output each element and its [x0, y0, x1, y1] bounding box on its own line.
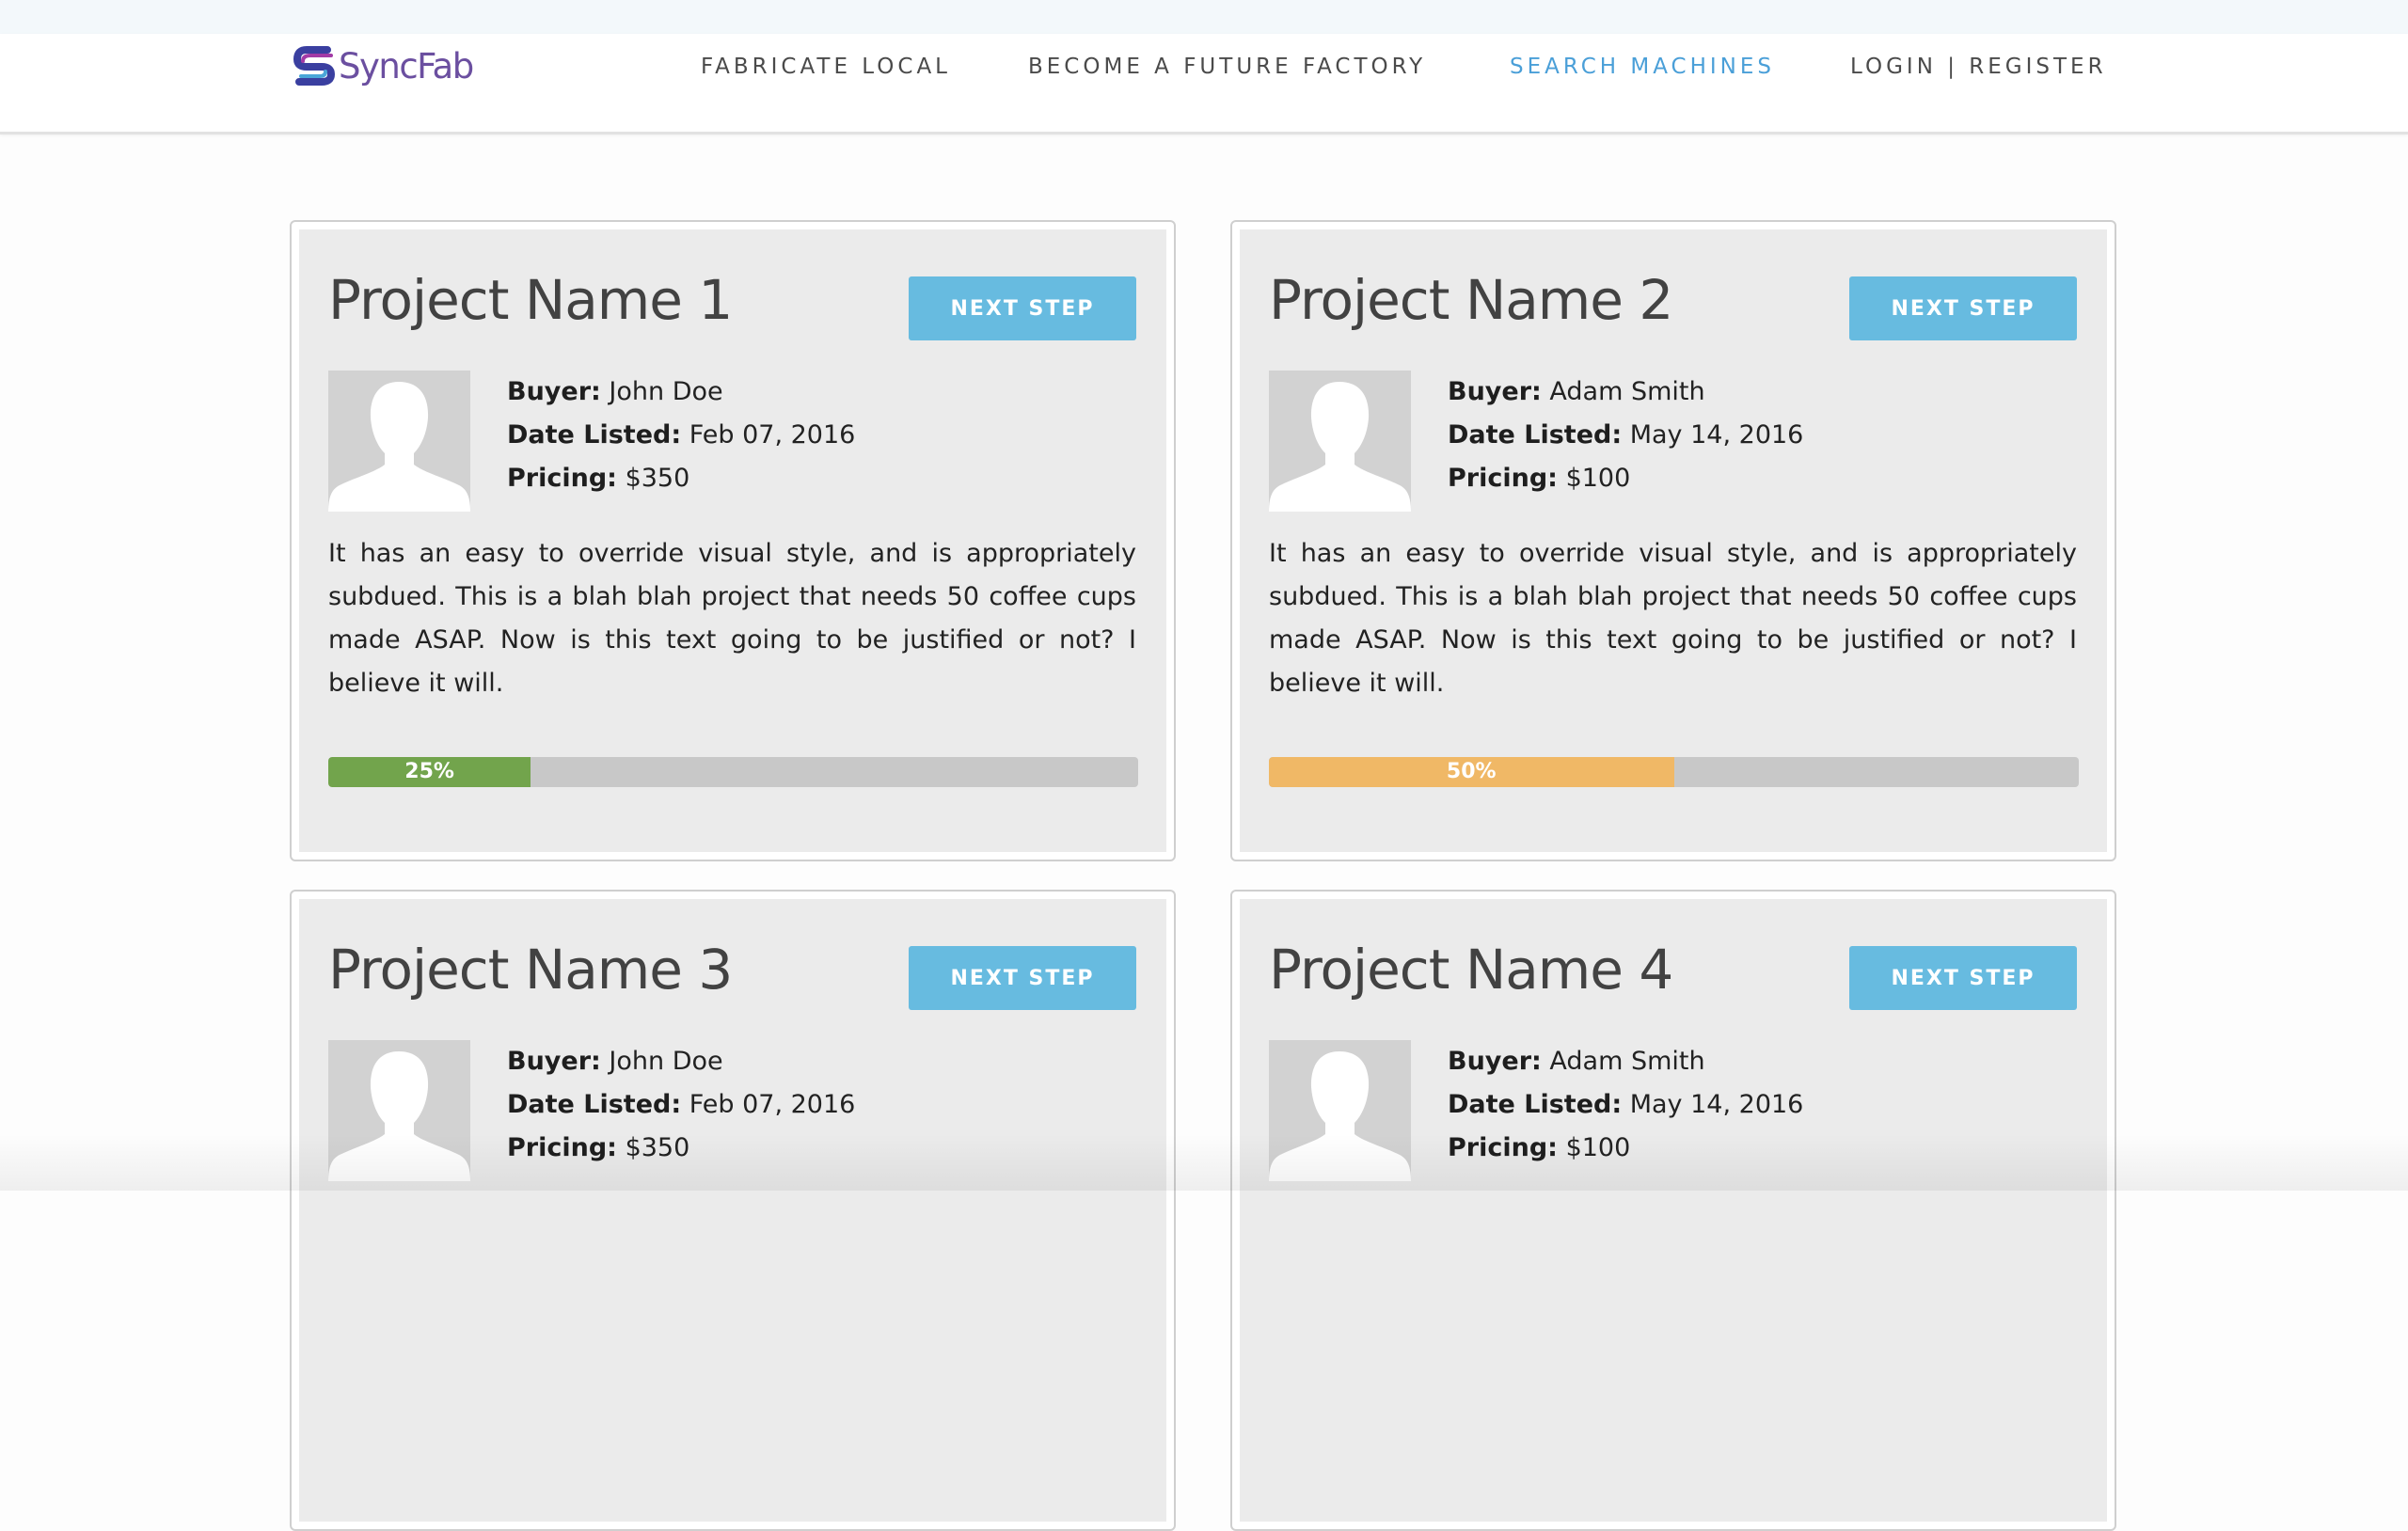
progress-fill: 25%: [328, 757, 531, 787]
date-label: Date Listed:: [507, 1090, 682, 1119]
pricing-value: $350: [625, 1133, 690, 1162]
progress-bar: 25%: [328, 757, 1138, 787]
project-meta: Buyer: John Doe Date Listed: Feb 07, 201…: [507, 1040, 855, 1170]
project-meta: Buyer: Adam Smith Date Listed: May 14, 2…: [1448, 371, 1803, 500]
user-silhouette-icon: [1269, 1051, 1411, 1181]
next-step-button[interactable]: NEXT STEP: [1849, 946, 2077, 1010]
project-title: Project Name 1: [328, 268, 733, 332]
project-description: It has an easy to override visual style,…: [1269, 539, 2077, 698]
buyer-label: Buyer:: [1448, 377, 1542, 406]
project-card: Project Name 3 NEXT STEP Buyer: John Doe…: [290, 890, 1176, 1531]
project-card-body: Project Name 1 NEXT STEP Buyer: John Doe…: [299, 229, 1166, 852]
buyer-value: Adam Smith: [1549, 1047, 1705, 1076]
nav-fabricate-local[interactable]: FABRICATE LOCAL: [701, 53, 951, 81]
date-value: Feb 07, 2016: [689, 420, 856, 450]
project-title: Project Name 3: [328, 938, 733, 1002]
pricing-row: Pricing: $350: [507, 1127, 855, 1170]
buyer-value: John Doe: [609, 377, 723, 406]
buyer-label: Buyer:: [1448, 1047, 1542, 1076]
project-card: Project Name 4 NEXT STEP Buyer: Adam Smi…: [1230, 890, 2116, 1531]
buyer-row: Buyer: John Doe: [507, 371, 855, 414]
buyer-row: Buyer: Adam Smith: [1448, 371, 1803, 414]
date-row: Date Listed: Feb 07, 2016: [507, 414, 855, 457]
date-value: Feb 07, 2016: [689, 1090, 856, 1119]
main-nav: FABRICATE LOCAL BECOME A FUTURE FACTORY …: [0, 34, 2408, 98]
nav-search-machines[interactable]: SEARCH MACHINES: [1510, 53, 1775, 81]
buyer-row: Buyer: Adam Smith: [1448, 1040, 1803, 1083]
nav-become-future-factory[interactable]: BECOME A FUTURE FACTORY: [1028, 53, 1426, 81]
user-silhouette-icon: [328, 382, 470, 512]
pricing-label: Pricing:: [507, 1133, 617, 1162]
pricing-label: Pricing:: [507, 464, 617, 493]
project-title: Project Name 2: [1269, 268, 1673, 332]
user-silhouette-icon: [1269, 382, 1411, 512]
nav-login-register[interactable]: LOGIN | REGISTER: [1850, 53, 2107, 81]
project-title: Project Name 4: [1269, 938, 1673, 1002]
user-silhouette-icon: [328, 1051, 470, 1181]
pricing-value: $100: [1565, 464, 1631, 493]
pricing-label: Pricing:: [1448, 464, 1558, 493]
project-card-body: Project Name 3 NEXT STEP Buyer: John Doe…: [299, 899, 1166, 1522]
date-label: Date Listed:: [1448, 1090, 1623, 1119]
buyer-row: Buyer: John Doe: [507, 1040, 855, 1083]
top-strip: [0, 0, 2408, 34]
next-step-button[interactable]: NEXT STEP: [1849, 276, 2077, 340]
project-card: Project Name 1 NEXT STEP Buyer: John Doe…: [290, 220, 1176, 861]
avatar: [328, 371, 470, 512]
project-card-body: Project Name 2 NEXT STEP Buyer: Adam Smi…: [1240, 229, 2107, 852]
next-step-button[interactable]: NEXT STEP: [909, 276, 1136, 340]
date-row: Date Listed: Feb 07, 2016: [507, 1083, 855, 1127]
project-description: It has an easy to override visual style,…: [328, 539, 1136, 698]
date-row: Date Listed: May 14, 2016: [1448, 414, 1803, 457]
buyer-value: John Doe: [609, 1047, 723, 1076]
buyer-label: Buyer:: [507, 1047, 601, 1076]
pricing-value: $100: [1565, 1133, 1631, 1162]
pricing-value: $350: [625, 464, 690, 493]
project-meta: Buyer: John Doe Date Listed: Feb 07, 201…: [507, 371, 855, 500]
navbar: SyncFab FABRICATE LOCAL BECOME A FUTURE …: [0, 34, 2408, 134]
date-value: May 14, 2016: [1629, 1090, 1804, 1119]
date-label: Date Listed:: [1448, 420, 1623, 450]
project-card-body: Project Name 4 NEXT STEP Buyer: Adam Smi…: [1240, 899, 2107, 1522]
date-row: Date Listed: May 14, 2016: [1448, 1083, 1803, 1127]
buyer-label: Buyer:: [507, 377, 601, 406]
project-card: Project Name 2 NEXT STEP Buyer: Adam Smi…: [1230, 220, 2116, 861]
project-meta: Buyer: Adam Smith Date Listed: May 14, 2…: [1448, 1040, 1803, 1170]
avatar: [1269, 1040, 1411, 1181]
avatar: [328, 1040, 470, 1181]
pricing-row: Pricing: $100: [1448, 1127, 1803, 1170]
progress-fill: 50%: [1269, 757, 1674, 787]
progress-bar: 50%: [1269, 757, 2079, 787]
avatar: [1269, 371, 1411, 512]
date-label: Date Listed:: [507, 420, 682, 450]
buyer-value: Adam Smith: [1549, 377, 1705, 406]
pricing-label: Pricing:: [1448, 1133, 1558, 1162]
next-step-button[interactable]: NEXT STEP: [909, 946, 1136, 1010]
pricing-row: Pricing: $350: [507, 457, 855, 500]
date-value: May 14, 2016: [1629, 420, 1804, 450]
pricing-row: Pricing: $100: [1448, 457, 1803, 500]
